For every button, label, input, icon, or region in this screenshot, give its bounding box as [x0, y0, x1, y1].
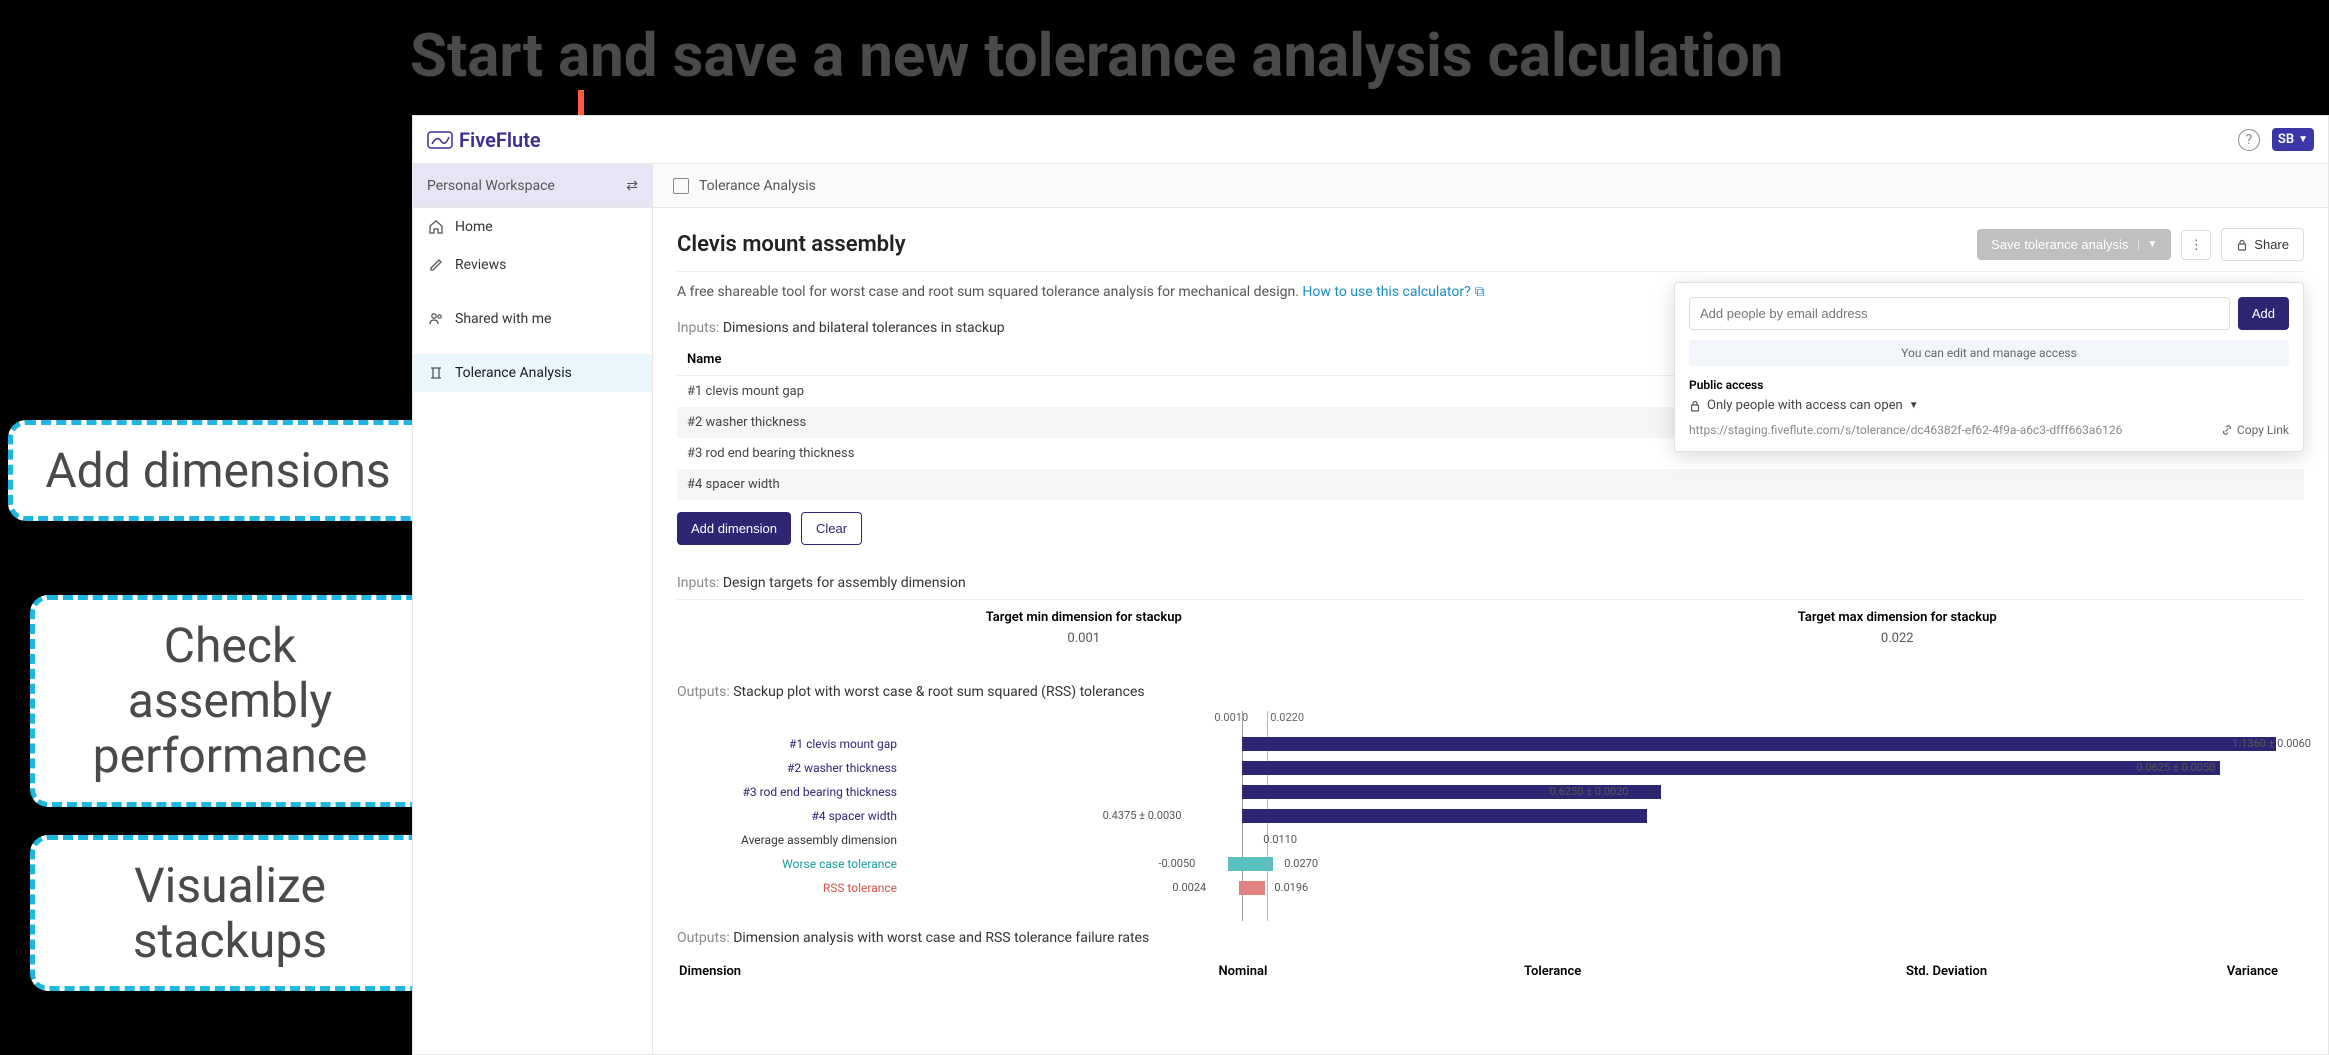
- analysis-table: Dimension Nominal Tolerance Std. Deviati…: [677, 954, 2304, 989]
- copy-link-label: Copy Link: [2237, 423, 2289, 437]
- chevron-down-icon: ▼: [2298, 134, 2308, 145]
- plot-value: 0.0196: [1274, 881, 1308, 894]
- sidebar-item-home[interactable]: Home: [413, 208, 652, 246]
- share-panel: Add You can edit and manage access Publi…: [1674, 282, 2304, 452]
- save-button-label: Save tolerance analysis: [1991, 237, 2128, 252]
- annotation-check-performance: Check assembly performance: [30, 595, 430, 807]
- sidebar-item-label: Home: [455, 219, 493, 235]
- pencil-icon: [427, 256, 445, 274]
- sidebar-item-shared[interactable]: Shared with me: [413, 300, 652, 338]
- table-row[interactable]: #4 spacer width: [677, 469, 2304, 500]
- lock-icon: [1689, 400, 1701, 412]
- topbar: FiveFlute ? SB ▼: [413, 116, 2328, 164]
- external-link-icon: ⧉: [1475, 284, 1485, 300]
- plot-value: 1.1360 ± 0.0060: [2232, 737, 2311, 750]
- annotation-visualize-stackups: Visualize stackups: [30, 835, 430, 991]
- share-email-input[interactable]: [1689, 297, 2230, 330]
- share-button[interactable]: Share: [2221, 228, 2304, 261]
- target-max-label: Target max dimension for stackup: [1491, 610, 2305, 625]
- target-min-label: Target min dimension for stackup: [677, 610, 1491, 625]
- share-url: https://staging.fiveflute.com/s/toleranc…: [1689, 423, 2122, 437]
- sidebar-item-reviews[interactable]: Reviews: [413, 246, 652, 284]
- sidebar-item-label: Shared with me: [455, 311, 551, 327]
- share-add-button[interactable]: Add: [2238, 297, 2289, 330]
- save-button[interactable]: Save tolerance analysis ▼: [1977, 229, 2171, 260]
- workspace-selector[interactable]: Personal Workspace ⇄: [413, 164, 652, 208]
- col-nominal: Nominal: [1012, 956, 1292, 987]
- public-access-label: Public access: [1689, 378, 2289, 392]
- link-icon: [2221, 424, 2233, 436]
- clear-button[interactable]: Clear: [801, 512, 862, 545]
- howto-link[interactable]: How to use this calculator?⧉: [1302, 284, 1484, 300]
- people-icon: [427, 310, 445, 328]
- panel-icon: [673, 178, 689, 194]
- app-window: FiveFlute ? SB ▼ Personal Workspace ⇄ Ho…: [412, 115, 2329, 1055]
- sidebar: Personal Workspace ⇄ Home Reviews Shared…: [413, 164, 653, 1054]
- plot-value: 0.4375 ± 0.0030: [1103, 809, 1182, 822]
- kebab-icon: ⋮: [2190, 237, 2203, 253]
- target-max-value[interactable]: 0.022: [1491, 631, 2305, 646]
- plot-value: 0.0024: [1172, 881, 1206, 894]
- tolerance-icon: [427, 364, 445, 382]
- plot-row-label: RSS tolerance: [677, 881, 907, 895]
- chevron-down-icon: ▼: [1909, 400, 1919, 411]
- logo-text: FiveFlute: [459, 128, 541, 152]
- col-stddev: Std. Deviation: [1607, 956, 2011, 987]
- subtitle-text: A free shareable tool for worst case and…: [677, 284, 1299, 300]
- access-text: Only people with access can open: [1707, 398, 1903, 413]
- plot-value: 0.0625 ± 0.0050: [2136, 761, 2215, 774]
- target-min-value[interactable]: 0.001: [677, 631, 1491, 646]
- logo-icon: [427, 131, 453, 149]
- workspace-label: Personal Workspace: [427, 178, 555, 194]
- tick-label: 0.0220: [1270, 711, 1304, 724]
- sidebar-item-label: Tolerance Analysis: [455, 365, 572, 381]
- lock-icon: [2236, 239, 2248, 251]
- help-icon[interactable]: ?: [2238, 129, 2260, 151]
- inputs-targets-label: Inputs: Design targets for assembly dime…: [677, 575, 2304, 591]
- plot-row-label: #1 clevis mount gap: [677, 737, 907, 751]
- access-selector[interactable]: Only people with access can open ▼: [1689, 398, 2289, 413]
- plot-row-label: #4 spacer width: [677, 809, 907, 823]
- more-button[interactable]: ⋮: [2181, 230, 2211, 260]
- home-icon: [427, 218, 445, 236]
- dim-name: #4 spacer width: [677, 469, 2304, 500]
- plot-row-label: Average assembly dimension: [677, 833, 907, 847]
- user-initials: SB: [2278, 132, 2294, 147]
- plot-row-label: #3 rod end bearing thickness: [677, 785, 907, 799]
- plot-value: 0.6250 ± 0.0020: [1550, 785, 1629, 798]
- sidebar-item-tolerance[interactable]: Tolerance Analysis: [413, 354, 652, 392]
- plot-row-label: Worse case tolerance: [677, 857, 907, 871]
- user-menu[interactable]: SB ▼: [2272, 128, 2314, 151]
- plot-row-label: #2 washer thickness: [677, 761, 907, 775]
- sidebar-item-label: Reviews: [455, 257, 506, 273]
- copy-link-button[interactable]: Copy Link: [2221, 423, 2289, 437]
- swap-icon: ⇄: [626, 178, 638, 194]
- annotation-title: Start and save a new tolerance analysis …: [410, 20, 1783, 91]
- breadcrumb: Tolerance Analysis: [653, 164, 2328, 208]
- plot-value: 0.0110: [1263, 833, 1297, 846]
- app-logo[interactable]: FiveFlute: [427, 128, 541, 152]
- share-access-message: You can edit and manage access: [1689, 340, 2289, 366]
- page-title: Clevis mount assembly: [677, 232, 906, 257]
- add-dimension-button[interactable]: Add dimension: [677, 512, 791, 545]
- main-content: Tolerance Analysis Clevis mount assembly…: [653, 164, 2328, 1054]
- plot-value: 0.0270: [1284, 857, 1318, 870]
- outputs-analysis-label: Outputs: Dimension analysis with worst c…: [677, 930, 2304, 946]
- stackup-plot: 0.0010 0.0220 #1 clevis mount gap 1.1360…: [677, 708, 2304, 900]
- annotation-add-dimensions: Add dimensions: [8, 420, 428, 521]
- share-button-label: Share: [2254, 237, 2289, 252]
- outputs-stackup-label: Outputs: Stackup plot with worst case & …: [677, 684, 2304, 700]
- col-dimension: Dimension: [679, 956, 1010, 987]
- breadcrumb-label: Tolerance Analysis: [699, 178, 816, 194]
- targets-row: Target min dimension for stackup 0.001 T…: [677, 599, 2304, 656]
- plot-value: -0.0050: [1158, 857, 1195, 870]
- chevron-down-icon: ▼: [2138, 239, 2157, 250]
- col-variance: Variance: [2013, 956, 2302, 987]
- col-tolerance: Tolerance: [1293, 956, 1605, 987]
